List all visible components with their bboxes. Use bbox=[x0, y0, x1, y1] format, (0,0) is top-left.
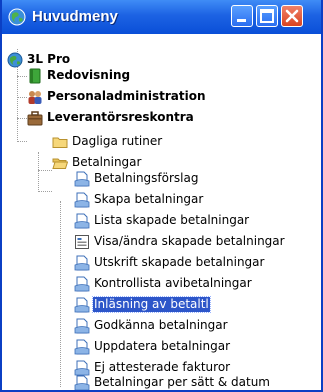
tree-connector bbox=[38, 191, 52, 192]
title-bar[interactable]: Huvudmeny bbox=[2, 0, 321, 34]
maximize-icon bbox=[260, 9, 274, 23]
minimize-icon bbox=[237, 19, 246, 22]
green-book-icon bbox=[29, 68, 41, 84]
document-icon bbox=[74, 375, 90, 390]
folder-open-icon bbox=[52, 158, 68, 169]
maximize-button[interactable] bbox=[256, 5, 278, 27]
close-icon bbox=[285, 9, 299, 23]
tree-item-label: Visa/ändra skapade betalningar bbox=[94, 234, 285, 248]
tree-item-label: Ej attesterade fakturor bbox=[94, 360, 231, 374]
tree-module-label: Leverantörsreskontra bbox=[47, 110, 194, 124]
tree-connector bbox=[38, 152, 39, 192]
tree-folder-label: Betalningar bbox=[72, 155, 142, 169]
tree-connector bbox=[60, 201, 61, 387]
document-icon bbox=[74, 171, 90, 187]
document-icon bbox=[74, 213, 90, 229]
document-icon bbox=[74, 255, 90, 271]
tree-folder-label: Dagliga rutiner bbox=[72, 134, 163, 148]
document-icon bbox=[74, 360, 90, 376]
tree-item-label: Lista skapade betalningar bbox=[94, 213, 250, 227]
tree-root-label: 3L Pro bbox=[27, 52, 71, 66]
tree-item-label: Uppdatera betalningar bbox=[94, 339, 231, 353]
tree-item-label: Betalningsförslag bbox=[94, 171, 199, 185]
tree-connector bbox=[38, 170, 52, 171]
folder-icon bbox=[52, 137, 68, 148]
main-menu-window: Huvudmeny 3L Pro Redovisning Personaladm… bbox=[0, 0, 323, 392]
tree-module-label: Redovisning bbox=[47, 68, 131, 82]
tree-connector bbox=[17, 118, 27, 119]
tree-item-label: Kontrollista avibetalningar bbox=[94, 276, 252, 290]
document-icon bbox=[74, 192, 90, 208]
form-icon bbox=[75, 235, 89, 249]
app-globe-icon bbox=[8, 8, 26, 26]
globe-icon bbox=[7, 52, 23, 68]
tree-item-label: Skapa betalningar bbox=[94, 192, 204, 206]
document-icon bbox=[74, 297, 90, 313]
close-button[interactable] bbox=[281, 5, 303, 27]
tree-module-label: Personaladministration bbox=[47, 89, 206, 103]
menu-tree: 3L Pro Redovisning Personaladministratio… bbox=[2, 34, 321, 390]
tree-item-label: Betalningar per sätt & datum bbox=[94, 375, 270, 389]
tree-item-label: Godkänna betalningar bbox=[94, 318, 228, 332]
minimize-button[interactable] bbox=[231, 5, 253, 27]
document-icon bbox=[74, 276, 90, 292]
people-icon bbox=[28, 91, 42, 104]
document-icon bbox=[74, 318, 90, 334]
tree-connector bbox=[17, 141, 27, 142]
tree-connector bbox=[17, 97, 27, 98]
document-icon bbox=[74, 339, 90, 355]
briefcase-icon bbox=[27, 111, 43, 126]
tree-connector bbox=[17, 76, 27, 77]
window-title: Huvudmeny bbox=[32, 8, 118, 25]
tree-item-label: Inläsning av betaltl bbox=[92, 296, 211, 313]
tree-item-label: Utskrift skapade betalningar bbox=[94, 255, 265, 269]
